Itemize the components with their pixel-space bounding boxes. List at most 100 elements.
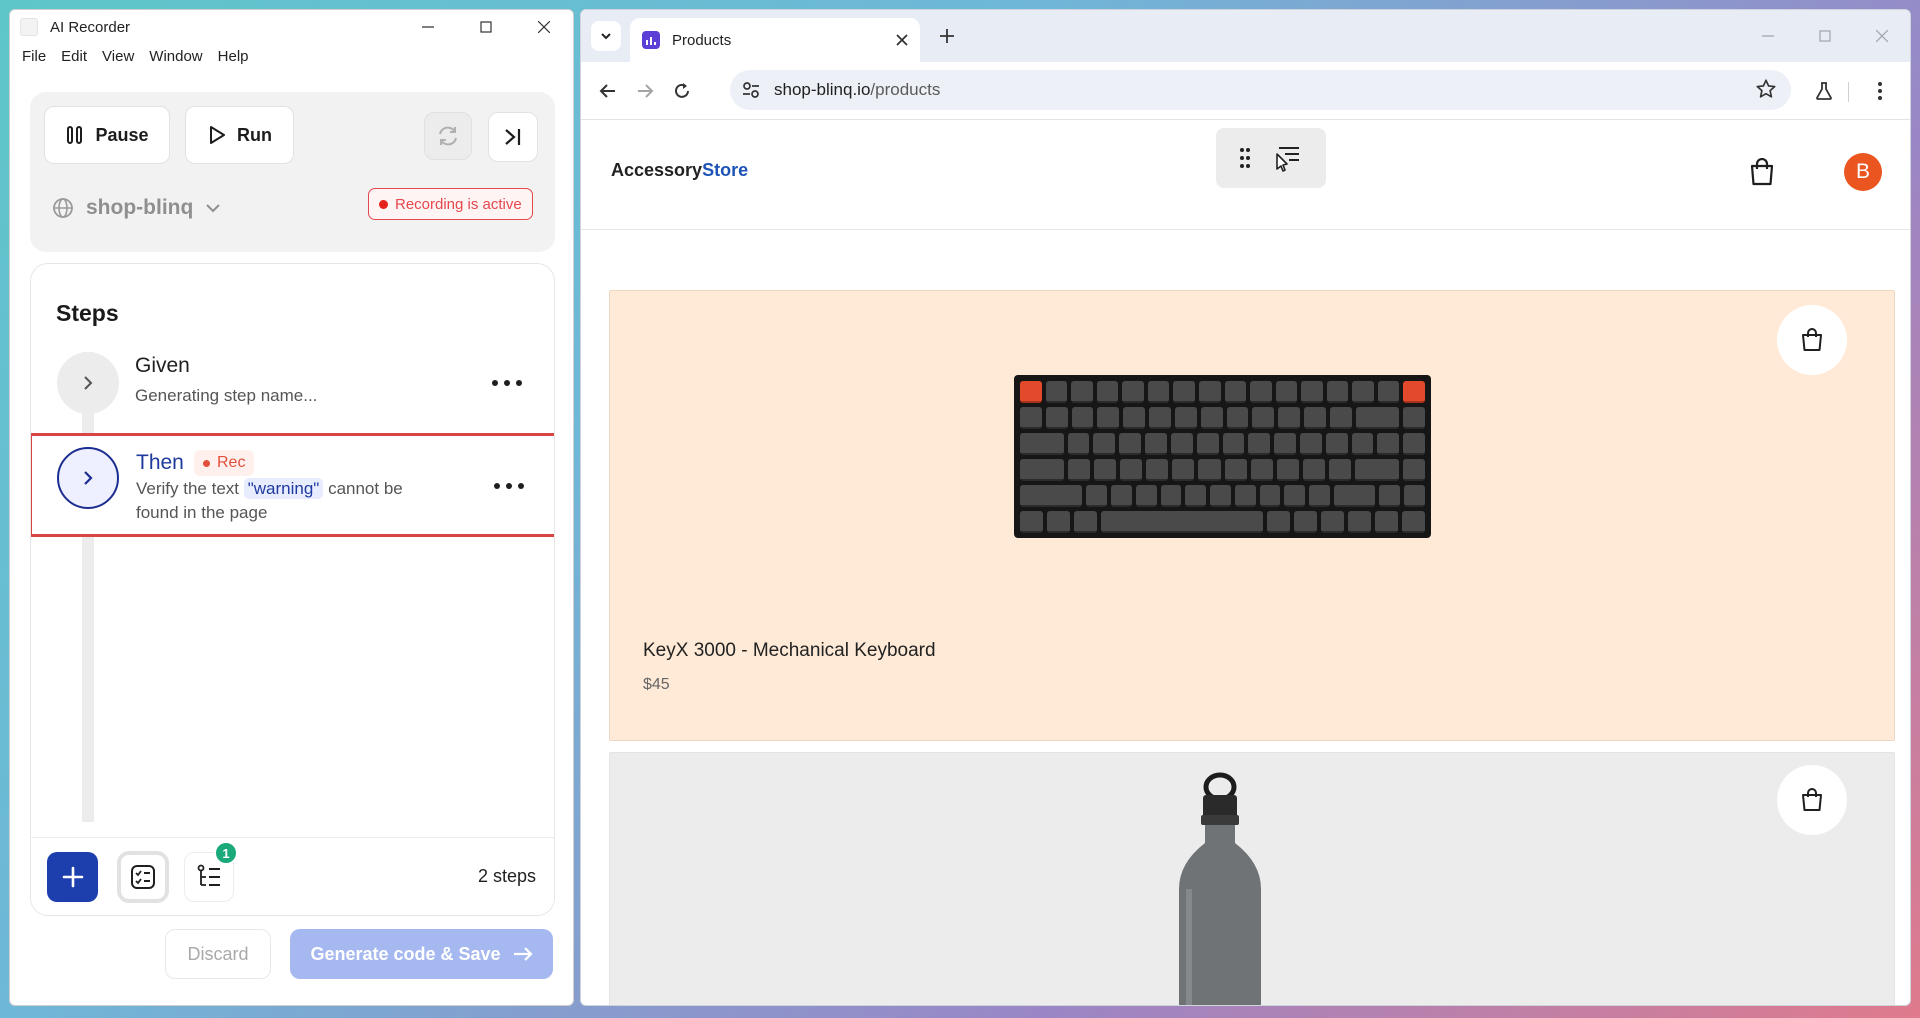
- maximize-button[interactable]: [457, 10, 515, 44]
- discard-button[interactable]: Discard: [165, 929, 271, 979]
- chevron-right-icon: [84, 471, 93, 485]
- close-tab-icon[interactable]: [896, 34, 908, 46]
- tree-list-icon: [197, 864, 220, 886]
- tab-search-button[interactable]: [591, 21, 621, 51]
- recorder-overlay-toolbar: [1216, 128, 1326, 188]
- refresh-icon: [439, 126, 457, 146]
- step-then[interactable]: Then Rec Verify the text "warning" canno…: [31, 433, 554, 537]
- add-to-cart-button[interactable]: [1777, 305, 1847, 375]
- product-card[interactable]: KeyX 3000 - Mechanical Keyboard $45: [609, 290, 1895, 741]
- notification-badge: 1: [214, 841, 238, 865]
- play-icon: [210, 126, 225, 144]
- browser-window: Products shop-blinq.io/products Accessor…: [580, 9, 1911, 1006]
- close-icon: [1875, 30, 1888, 42]
- tab-products[interactable]: Products: [630, 18, 920, 62]
- chevron-down-icon: [601, 33, 611, 40]
- browser-minimize-button[interactable]: [1739, 10, 1796, 62]
- maximize-icon: [1818, 30, 1831, 42]
- step-keyword: Given: [135, 354, 190, 377]
- site-logo[interactable]: AccessoryStore: [611, 160, 748, 181]
- steps-panel: Steps Given Generating step name... Then…: [30, 263, 555, 916]
- address-bar[interactable]: shop-blinq.io/products: [730, 70, 1791, 110]
- checklist-view-button[interactable]: [117, 851, 169, 903]
- tab-title: Products: [672, 31, 732, 49]
- plus-icon: [62, 866, 83, 888]
- menu-file[interactable]: File: [16, 48, 55, 65]
- reload-button[interactable]: [667, 76, 697, 106]
- browser-close-button[interactable]: [1853, 10, 1910, 62]
- minimize-icon: [422, 26, 434, 28]
- skip-end-icon: [505, 129, 521, 145]
- menu-help[interactable]: Help: [212, 48, 258, 65]
- shopping-bag-icon: [1802, 328, 1822, 351]
- add-step-button[interactable]: [47, 852, 98, 902]
- checklist-icon: [131, 865, 155, 889]
- pause-button[interactable]: Pause: [44, 106, 170, 164]
- logo-text: Accessory: [611, 160, 703, 180]
- refresh-button[interactable]: [424, 112, 472, 160]
- url-text: shop-blinq.io/products: [774, 80, 940, 100]
- step-keyword: Then: [136, 451, 184, 474]
- generate-code-button[interactable]: Generate code & Save: [290, 929, 553, 979]
- app-icon: [20, 18, 38, 36]
- shopping-bag-icon: [1802, 788, 1822, 811]
- step-description: Verify the text "warning" cannot be foun…: [136, 477, 436, 525]
- menu-edit[interactable]: Edit: [55, 48, 96, 65]
- site-settings-icon: [743, 82, 759, 98]
- plus-icon: [940, 29, 954, 43]
- user-avatar[interactable]: B: [1844, 153, 1882, 191]
- add-to-cart-button[interactable]: [1777, 765, 1847, 835]
- steps-footer: 1 2 steps: [31, 837, 554, 915]
- toolbar-divider: [1848, 82, 1849, 102]
- steps-count: 2 steps: [477, 866, 536, 886]
- arrow-right-icon: [513, 947, 533, 961]
- recording-status-badge: Recording is active: [368, 188, 533, 220]
- flask-icon: [1816, 82, 1832, 100]
- step-more-button[interactable]: [494, 476, 524, 496]
- expand-step-button[interactable]: [57, 352, 119, 414]
- run-button[interactable]: Run: [185, 106, 294, 164]
- back-button[interactable]: [593, 76, 623, 106]
- steps-heading: Steps: [56, 300, 119, 326]
- menu-bar: File Edit View Window Help: [10, 44, 573, 68]
- skip-to-end-button[interactable]: [488, 112, 538, 162]
- cart-icon[interactable]: [1749, 158, 1775, 186]
- step-description: Generating step name...: [135, 386, 318, 405]
- forward-button[interactable]: [630, 76, 660, 106]
- minimize-button[interactable]: [399, 10, 457, 44]
- minimize-icon: [1761, 35, 1774, 37]
- pause-label: Pause: [95, 124, 149, 145]
- environment-name: shop-blinq: [86, 196, 194, 219]
- browser-maximize-button[interactable]: [1796, 10, 1853, 62]
- menu-view[interactable]: View: [96, 48, 143, 65]
- product-name[interactable]: KeyX 3000 - Mechanical Keyboard: [643, 640, 936, 662]
- browser-menu-button[interactable]: [1865, 76, 1895, 106]
- bookmark-star-icon[interactable]: [1755, 78, 1777, 100]
- site-favicon-icon: [642, 31, 660, 49]
- labs-button[interactable]: [1809, 76, 1839, 106]
- menu-window[interactable]: Window: [143, 48, 211, 65]
- browser-toolbar: shop-blinq.io/products: [581, 62, 1910, 120]
- expand-step-button[interactable]: [57, 447, 119, 509]
- tab-strip: Products: [581, 10, 1910, 62]
- step-more-button[interactable]: [492, 373, 522, 393]
- desc-value-chip: "warning": [243, 478, 324, 499]
- site-header: AccessoryStore B: [581, 120, 1910, 230]
- new-tab-button[interactable]: [935, 24, 959, 48]
- step-given[interactable]: Given Generating step name...: [31, 344, 554, 422]
- close-icon: [538, 21, 550, 33]
- url-path: /products: [870, 80, 941, 99]
- environment-select[interactable]: shop-blinq: [52, 196, 221, 220]
- product-price: $45: [643, 676, 670, 693]
- reload-icon: [675, 83, 689, 98]
- desc-text: Verify the text: [136, 479, 244, 498]
- chevron-right-icon: [84, 376, 93, 390]
- arrow-right-icon: [638, 84, 654, 98]
- close-window-button[interactable]: [515, 10, 573, 44]
- pointer-select-icon[interactable]: [1273, 144, 1303, 172]
- recording-status-text: Recording is active: [395, 195, 522, 213]
- timeline-line: [82, 352, 94, 822]
- product-card[interactable]: [609, 752, 1895, 1005]
- control-panel: Pause Run shop-blinq Recording is active: [30, 92, 555, 252]
- drag-handle-icon[interactable]: [1239, 147, 1251, 169]
